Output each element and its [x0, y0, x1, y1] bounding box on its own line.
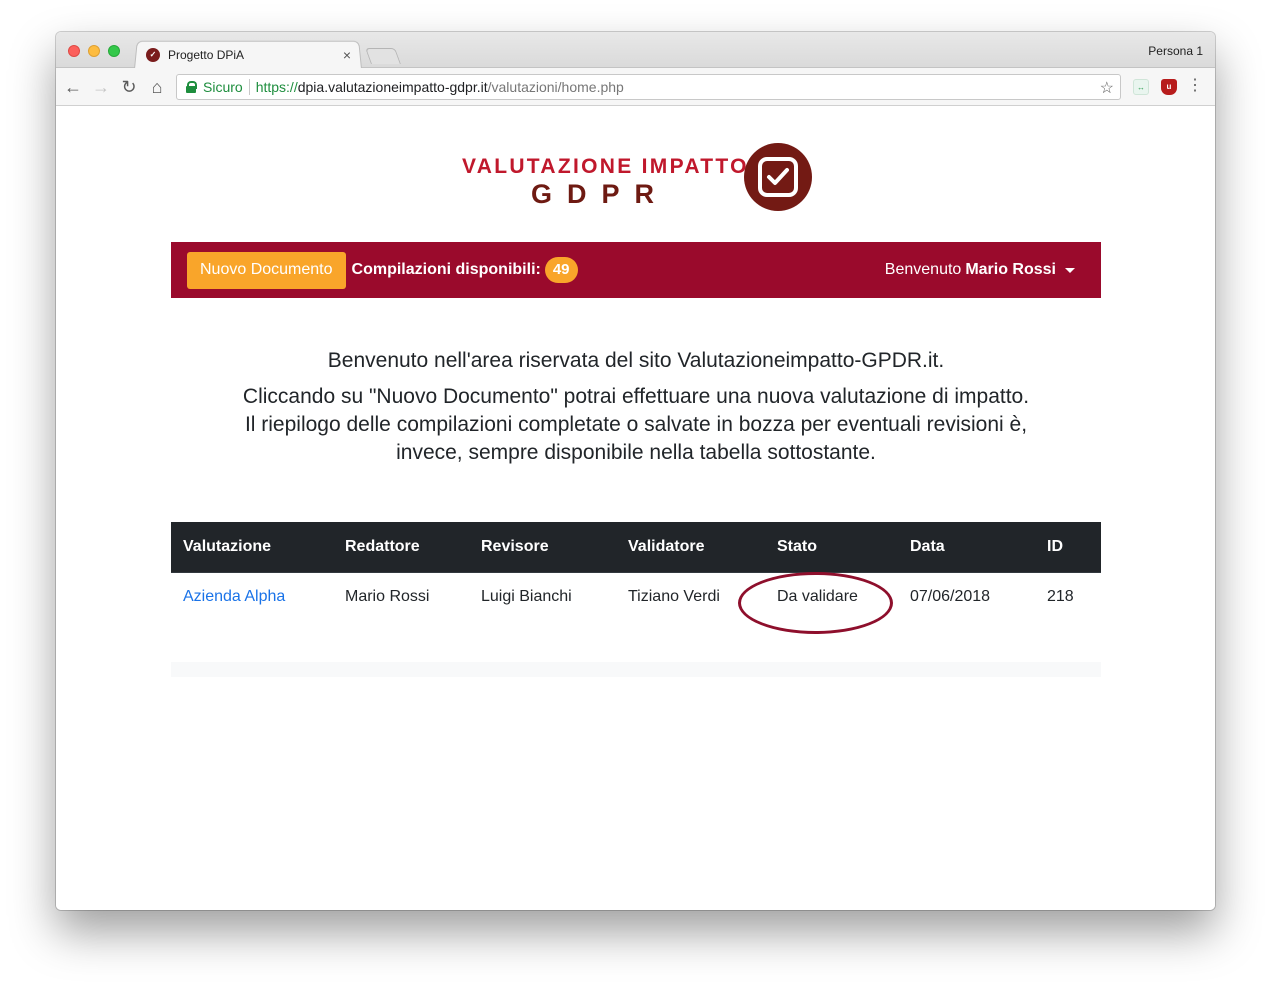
check-badge-icon: ✓	[146, 47, 160, 62]
cell-data: 07/06/2018	[910, 588, 991, 606]
cell-revisore: Luigi Bianchi	[481, 588, 572, 606]
url-host: dpia.valutazioneimpatto-gdpr.it	[297, 79, 488, 95]
minimize-window-button[interactable]	[88, 45, 100, 57]
reload-icon[interactable]: ↻	[118, 76, 140, 98]
user-menu-dropdown[interactable]: Benvenuto Mario Rossi	[885, 242, 1075, 298]
arrow-right-icon[interactable]: →	[90, 76, 112, 98]
user-name: Mario Rossi	[965, 261, 1056, 278]
assessments-table: Valutazione Redattore Revisore Validator…	[171, 522, 1101, 622]
url-scheme: https://	[255, 79, 298, 95]
column-header-id: ID	[1035, 522, 1101, 573]
url-path: /valutazioni/home.php	[487, 79, 624, 95]
intro-line1: Benvenuto nell'area riservata del sito V…	[327, 349, 945, 372]
checkmark-icon	[767, 168, 789, 185]
secure-label: Sicuro	[203, 79, 243, 95]
check-badge-icon	[744, 143, 812, 211]
omnibox-divider	[248, 79, 250, 95]
tab-strip: ✓ Progetto DPiA × Persona 1	[56, 32, 1215, 69]
intro-text: Benvenuto nell'area riservata del sito V…	[171, 347, 1101, 467]
star-icon[interactable]: ☆	[1100, 78, 1114, 98]
close-tab-icon[interactable]: ×	[340, 47, 354, 63]
maximize-window-button[interactable]	[108, 45, 120, 57]
site-logo[interactable]: VALUTAZIONE IMPATTO GDPR	[460, 143, 820, 215]
page-content: VALUTAZIONE IMPATTO GDPR Nuovo Documento…	[56, 107, 1215, 910]
new-tab-button[interactable]	[365, 48, 401, 64]
browser-window: ✓ Progetto DPiA × Persona 1 ← → ↻ ⌂ Sicu…	[56, 32, 1215, 910]
cell-redattore: Mario Rossi	[345, 588, 430, 606]
column-header-validatore: Validatore	[616, 522, 765, 573]
available-compilations-badge: 49	[544, 257, 578, 283]
tab-title: Progetto DPiA	[168, 47, 245, 62]
available-compilations-label: Compilazioni disponibili:	[351, 261, 541, 278]
profile-label[interactable]: Persona 1	[1148, 44, 1203, 58]
welcome-prefix: Benvenuto	[884, 261, 962, 278]
assessment-link[interactable]: Azienda Alpha	[183, 588, 285, 605]
table-header-row: Valutazione Redattore Revisore Validator…	[171, 522, 1101, 573]
column-header-revisore: Revisore	[469, 522, 616, 573]
column-header-redattore: Redattore	[333, 522, 469, 573]
new-document-button[interactable]: Nuovo Documento	[187, 251, 346, 289]
extension-icon[interactable]: ↔	[1133, 79, 1149, 95]
table-footer	[171, 662, 1101, 677]
address-bar[interactable]: Sicuro https:// dpia.valutazioneimpatto-…	[176, 74, 1121, 100]
column-header-valutazione: Valutazione	[171, 522, 333, 573]
table-row: Azienda Alpha Mario Rossi Luigi Bianchi …	[171, 572, 1101, 622]
cell-id: 218	[1047, 588, 1074, 606]
cell-valutazione: Azienda Alpha	[171, 572, 333, 622]
shield-icon[interactable]: u	[1161, 79, 1177, 95]
home-icon[interactable]: ⌂	[146, 76, 168, 98]
lock-icon	[186, 81, 197, 93]
intro-line2: Cliccando su "Nuovo Documento" potrai ef…	[242, 385, 1030, 408]
kebab-menu-icon[interactable]: ⋮	[1187, 77, 1203, 95]
main-navbar: Nuovo Documento Compilazioni disponibili…	[171, 242, 1101, 298]
intro-line4: invece, sempre disponibile nella tabella…	[396, 441, 876, 464]
close-window-button[interactable]	[68, 45, 80, 57]
arrow-left-icon[interactable]: ←	[62, 76, 84, 98]
column-header-stato: Stato	[765, 522, 898, 573]
logo-line2: GDPR	[531, 179, 670, 209]
browser-toolbar: ← → ↻ ⌂ Sicuro https:// dpia.valutazione…	[56, 68, 1215, 106]
caret-down-icon	[1065, 267, 1075, 273]
intro-line3: Il riepilogo delle compilazioni completa…	[244, 413, 1028, 436]
status-highlight-ring	[738, 572, 893, 634]
browser-tab[interactable]: ✓ Progetto DPiA ×	[142, 41, 362, 68]
column-header-data: Data	[898, 522, 1035, 573]
logo-line1: VALUTAZIONE IMPATTO	[462, 155, 749, 178]
